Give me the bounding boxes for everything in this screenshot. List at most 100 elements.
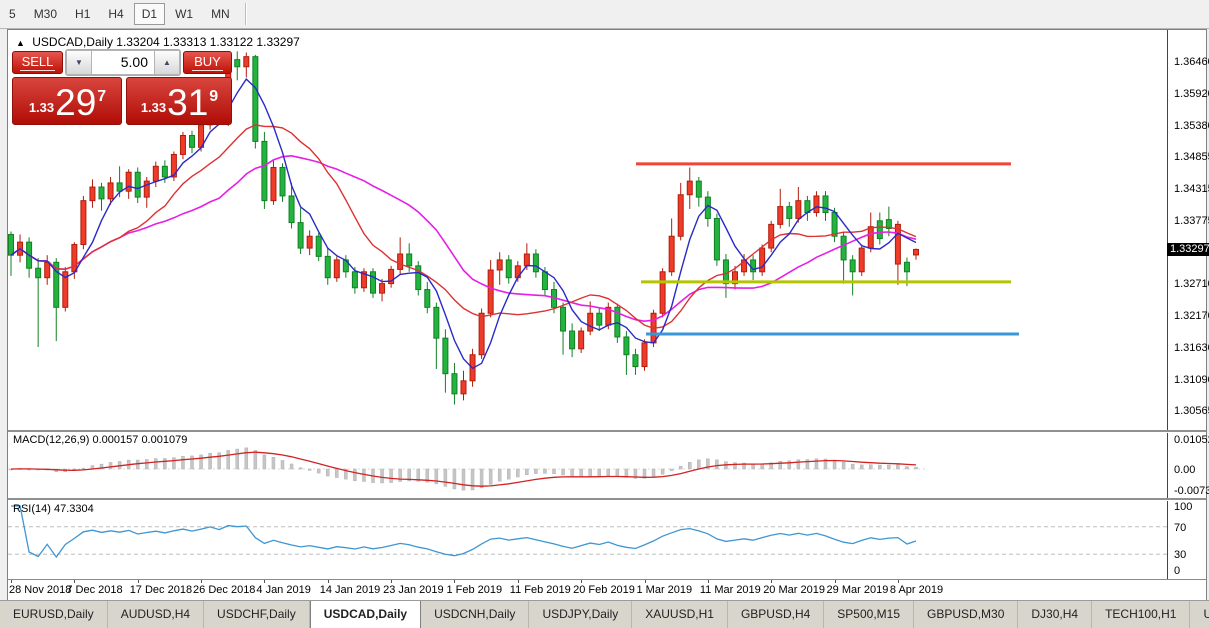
chart-title: ▲ USDCAD,Daily 1.33204 1.33313 1.33122 1… — [16, 35, 300, 49]
rsi-axis-label: 70 — [1174, 522, 1186, 534]
time-axis-label: 23 Jan 2019 — [383, 584, 444, 596]
time-tick — [138, 580, 139, 583]
time-axis-label: 8 Apr 2019 — [890, 584, 943, 596]
macd-axis-label: 0.00 — [1174, 464, 1195, 476]
buy-price-big: 31 — [167, 86, 208, 120]
macd-axis-label: -0.0073 — [1174, 485, 1209, 497]
pane-separator[interactable] — [8, 430, 1206, 433]
timeframe-toolbar: 5M30H1H4D1W1MN — [0, 0, 1209, 29]
time-axis-label: 28 Nov 2018 — [9, 584, 71, 596]
chart-tab-xauusd[interactable]: XAUUSD,H1 — [632, 601, 728, 628]
volume-input[interactable]: 5.00 — [92, 50, 154, 75]
chart-tabs: EURUSD,DailyAUDUSD,H4USDCHF,DailyUSDCAD,… — [0, 601, 1209, 628]
time-tick — [74, 580, 75, 583]
time-tick — [835, 580, 836, 583]
arrow-down-icon: ▼ — [75, 58, 83, 67]
timeframe-button-m30[interactable]: M30 — [26, 3, 65, 25]
time-tick — [328, 580, 329, 583]
time-axis-label: 20 Feb 2019 — [573, 584, 635, 596]
chart-tab-gbpusd[interactable]: GBPUSD,H4 — [728, 601, 824, 628]
sell-price-frac: 1.33 — [29, 100, 54, 115]
price-axis-line — [1167, 30, 1168, 579]
price-axis-label: 1.31630 — [1174, 342, 1209, 354]
price-axis-label: 1.32710 — [1174, 278, 1209, 290]
price-axis-label: 1.35920 — [1174, 88, 1209, 100]
buy-button[interactable]: BUY — [183, 51, 232, 74]
pane-separator[interactable] — [8, 498, 1206, 501]
timeframe-button-h1[interactable]: H1 — [67, 3, 98, 25]
timeframe-button-5[interactable]: 5 — [1, 3, 24, 25]
time-tick — [201, 580, 202, 583]
macd-axis-label: 0.010525 — [1174, 434, 1209, 446]
time-tick — [645, 580, 646, 583]
time-axis[interactable]: 28 Nov 20187 Dec 201817 Dec 201826 Dec 2… — [8, 579, 1206, 600]
chart-tab-gbpusd[interactable]: GBPUSD,M30 — [914, 601, 1018, 628]
time-tick — [264, 580, 265, 583]
chart-tab-bar: EURUSD,DailyAUDUSD,H4USDCHF,DailyUSDCAD,… — [0, 600, 1209, 628]
current-price-tag: 1.33297 — [1167, 243, 1209, 256]
macd-label: MACD(12,26,9) 0.000157 0.001079 — [13, 434, 187, 446]
chart-tab-sp500[interactable]: SP500,M15 — [824, 601, 914, 628]
rsi-axis-label: 100 — [1174, 501, 1192, 513]
time-tick — [771, 580, 772, 583]
time-axis-label: 29 Mar 2019 — [827, 584, 889, 596]
time-tick — [581, 580, 582, 583]
chart-tab-dj30[interactable]: DJ30,H4 — [1018, 601, 1092, 628]
chart-tab-usdcad[interactable]: USDCAD,Daily — [310, 601, 421, 628]
buy-price-frac: 1.33 — [141, 100, 166, 115]
price-axis-label: 1.34315 — [1174, 183, 1209, 195]
arrow-up-icon: ▲ — [163, 58, 171, 67]
time-tick — [11, 580, 12, 583]
rsi-axis-label: 30 — [1174, 549, 1186, 561]
buy-price-box[interactable]: 1.33 31 9 — [126, 77, 232, 125]
chart-tab-usdchf[interactable]: USDCHF,Daily — [204, 601, 310, 628]
timeframe-button-d1[interactable]: D1 — [134, 3, 165, 25]
collapse-panel-icon[interactable]: ▲ — [16, 38, 25, 48]
timeframe-buttons: 5M30H1H4D1W1MN — [0, 3, 239, 25]
mt4-application: { "toolbar": {"timeframes": ["5","M30","… — [0, 0, 1209, 628]
chart-tab-usdjpy[interactable]: USDJPY,Daily — [529, 601, 632, 628]
price-axis-label: 1.32170 — [1174, 310, 1209, 322]
time-tick — [454, 580, 455, 583]
sell-price-box[interactable]: 1.33 29 7 — [12, 77, 122, 125]
sell-button[interactable]: SELL — [12, 51, 63, 74]
toolbar-separator — [245, 3, 247, 25]
sell-price-big: 29 — [55, 86, 96, 120]
time-tick — [898, 580, 899, 583]
time-tick — [708, 580, 709, 583]
time-tick — [518, 580, 519, 583]
time-axis-label: 7 Dec 2018 — [66, 584, 122, 596]
time-tick — [391, 580, 392, 583]
chart-tab-uko[interactable]: UKO — [1190, 601, 1209, 628]
rsi-axis-label: 0 — [1174, 565, 1180, 577]
timeframe-button-mn[interactable]: MN — [203, 3, 238, 25]
volume-decrease-button[interactable]: ▼ — [66, 50, 92, 75]
timeframe-button-h4[interactable]: H4 — [100, 3, 131, 25]
price-axis-label: 1.34855 — [1174, 151, 1209, 163]
one-click-trading-panel: SELL ▼ 5.00 ▲ BUY 1.33 29 7 1.33 31 9 — [11, 49, 233, 126]
time-axis-label: 26 Dec 2018 — [193, 584, 255, 596]
time-axis-label: 4 Jan 2019 — [256, 584, 310, 596]
sell-price-sup: 7 — [97, 88, 106, 106]
volume-spinner: ▼ 5.00 ▲ — [65, 49, 181, 76]
time-axis-label: 20 Mar 2019 — [763, 584, 825, 596]
price-axis-label: 1.36460 — [1174, 56, 1209, 68]
price-axis-label: 1.33775 — [1174, 215, 1209, 227]
chart-tab-audusd[interactable]: AUDUSD,H4 — [108, 601, 204, 628]
chart-symbol-label: USDCAD,Daily — [32, 35, 113, 49]
chart-tab-tech100[interactable]: TECH100,H1 — [1092, 601, 1190, 628]
timeframe-button-w1[interactable]: W1 — [167, 3, 201, 25]
time-axis-label: 11 Feb 2019 — [510, 584, 571, 596]
chart-ohlc-values: 1.33204 1.33313 1.33122 1.33297 — [116, 35, 300, 49]
time-axis-label: 1 Mar 2019 — [637, 584, 693, 596]
time-axis-label: 11 Mar 2019 — [700, 584, 761, 596]
price-axis-label: 1.35380 — [1174, 120, 1209, 132]
chart-tab-eurusd[interactable]: EURUSD,Daily — [0, 601, 108, 628]
rsi-label: RSI(14) 47.3304 — [13, 503, 94, 515]
volume-increase-button[interactable]: ▲ — [154, 50, 180, 75]
time-axis-label: 14 Jan 2019 — [320, 584, 381, 596]
chart-tab-usdcnh[interactable]: USDCNH,Daily — [421, 601, 529, 628]
price-axis-label: 1.31090 — [1174, 374, 1209, 386]
chart-window[interactable]: ▲ USDCAD,Daily 1.33204 1.33313 1.33122 1… — [7, 29, 1207, 600]
time-axis-label: 1 Feb 2019 — [446, 584, 502, 596]
